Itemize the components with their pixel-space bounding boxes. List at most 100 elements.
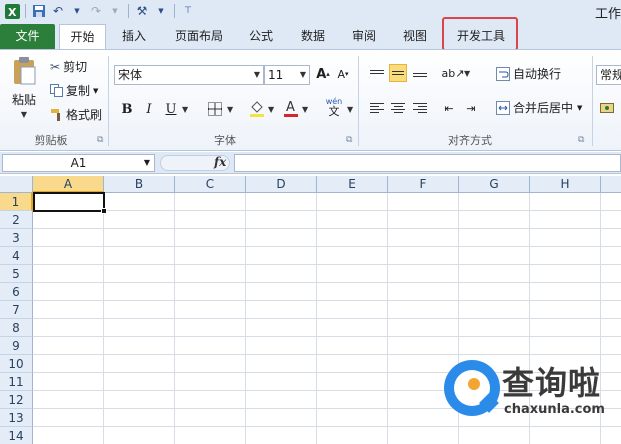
format-painter-button[interactable]: 格式刷 (50, 106, 102, 123)
column-header[interactable]: C (175, 176, 246, 193)
align-top-icon[interactable] (368, 64, 386, 82)
bold-button[interactable]: B (118, 100, 136, 118)
copy-dropdown-icon[interactable]: ▼ (93, 87, 98, 95)
column-header[interactable]: A (33, 176, 104, 193)
font-size-value: 11 (268, 68, 284, 82)
italic-button[interactable]: I (140, 100, 158, 118)
name-box-dropdown-icon[interactable]: ▼ (144, 155, 150, 171)
quick-access-toolbar: X ↶ ▼ ↷ ▼ ⚒ ▼ ⊤ 工作 (0, 0, 621, 22)
font-color-icon[interactable]: A (282, 99, 300, 117)
row-header[interactable]: 9 (0, 337, 33, 355)
row-header[interactable]: 10 (0, 355, 33, 373)
merge-center-icon (496, 100, 510, 115)
row-header[interactable]: 13 (0, 409, 33, 427)
active-cell-a1[interactable] (33, 192, 105, 212)
fill-color-icon[interactable] (248, 99, 266, 117)
merge-center-dropdown-icon[interactable]: ▼ (577, 104, 582, 112)
undo-icon[interactable]: ↶ (50, 3, 66, 19)
select-all-corner[interactable] (0, 176, 33, 193)
redo-icon[interactable]: ↷ (88, 3, 104, 19)
accounting-format-icon[interactable] (598, 99, 616, 117)
underline-button[interactable]: U (162, 100, 180, 118)
column-header-partial[interactable] (601, 176, 621, 193)
tools-dropdown-icon[interactable]: ▼ (153, 3, 169, 19)
tab-data[interactable]: 数据 (292, 24, 334, 49)
font-color-dropdown-icon[interactable]: ▼ (302, 105, 308, 114)
align-center-icon[interactable] (389, 99, 407, 117)
wrap-text-button[interactable]: 自动换行 (496, 65, 561, 82)
formula-input[interactable] (234, 154, 621, 172)
wrap-text-label: 自动换行 (513, 67, 562, 81)
name-box[interactable]: A1 ▼ (2, 154, 155, 172)
borders-icon[interactable] (206, 100, 224, 118)
tab-file[interactable]: 文件 (0, 24, 55, 49)
phonetic-guide-icon[interactable]: wén 文 (322, 97, 346, 117)
font-size-dropdown-icon: ▼ (299, 70, 306, 79)
row-header[interactable]: 2 (0, 211, 33, 229)
insert-function-icon[interactable]: fx (214, 155, 226, 169)
save-icon[interactable] (31, 3, 47, 19)
paste-dropdown-icon[interactable]: ▼ (21, 110, 27, 119)
customize-qat-icon[interactable]: ⊤ (180, 3, 196, 19)
shrink-font-icon[interactable]: A ▾ (334, 65, 352, 83)
merge-center-button[interactable]: 合并后居中 ▼ (496, 99, 582, 116)
number-format-dropdown[interactable]: 常规 (596, 65, 621, 85)
column-header[interactable]: E (317, 176, 388, 193)
row-header[interactable]: 11 (0, 373, 33, 391)
column-header[interactable]: D (246, 176, 317, 193)
tab-insert[interactable]: 插入 (113, 24, 155, 49)
font-launcher-icon[interactable]: ⧉ (346, 135, 352, 145)
clipboard-group-label: 剪贴板 (34, 134, 68, 147)
row-header[interactable]: 5 (0, 265, 33, 283)
row-header[interactable]: 7 (0, 301, 33, 319)
paste-button[interactable]: 粘贴 ▼ (8, 56, 40, 119)
tools-icon[interactable]: ⚒ (134, 3, 150, 19)
row-header[interactable]: 4 (0, 247, 33, 265)
grow-font-icon[interactable]: A ▴ (314, 65, 332, 83)
alignment-launcher-icon[interactable]: ⧉ (578, 135, 584, 145)
tab-home[interactable]: 开始 (59, 24, 106, 49)
orientation-icon[interactable]: ab↗ (442, 64, 465, 82)
excel-logo-icon[interactable]: X (4, 3, 20, 19)
row-header[interactable]: 1 (0, 193, 33, 211)
cut-button[interactable]: ✂ 剪切 (50, 58, 87, 75)
redo-dropdown-icon[interactable]: ▼ (107, 3, 123, 19)
fill-color-dropdown-icon[interactable]: ▼ (268, 105, 274, 114)
underline-dropdown-icon[interactable]: ▼ (182, 105, 188, 114)
column-header[interactable]: F (388, 176, 459, 193)
tab-view[interactable]: 视图 (394, 24, 436, 49)
undo-dropdown-icon[interactable]: ▼ (69, 3, 85, 19)
row-header[interactable]: 6 (0, 283, 33, 301)
copy-label: 复制 (66, 84, 91, 98)
row-header[interactable]: 8 (0, 319, 33, 337)
decrease-indent-icon[interactable]: ⇤ (440, 99, 458, 117)
paste-label: 粘贴 (11, 93, 36, 107)
tab-page-layout[interactable]: 页面布局 (166, 24, 232, 49)
row-header[interactable]: 14 (0, 427, 33, 444)
clipboard-launcher-icon[interactable]: ⧉ (97, 135, 103, 145)
align-bottom-icon[interactable] (411, 64, 429, 82)
column-header[interactable]: H (530, 176, 601, 193)
row-header[interactable]: 12 (0, 391, 33, 409)
tab-review[interactable]: 审阅 (343, 24, 385, 49)
tab-formulas[interactable]: 公式 (242, 24, 280, 49)
copy-button[interactable]: 复制 ▼ (50, 82, 98, 99)
scissors-icon: ✂ (50, 59, 61, 74)
increase-indent-icon[interactable]: ⇥ (462, 99, 480, 117)
align-middle-icon[interactable] (389, 64, 407, 82)
qat-separator (128, 4, 129, 18)
row-header[interactable]: 3 (0, 229, 33, 247)
align-left-icon[interactable] (368, 99, 386, 117)
font-size-dropdown[interactable]: 11 ▼ (264, 65, 310, 85)
column-header[interactable]: G (459, 176, 530, 193)
group-separator (592, 56, 593, 146)
paste-icon (11, 56, 37, 89)
orientation-dropdown-icon[interactable]: ▼ (464, 69, 470, 78)
align-right-icon[interactable] (411, 99, 429, 117)
font-name-dropdown[interactable]: 宋体 ▼ (114, 65, 264, 85)
fill-handle[interactable] (101, 208, 107, 214)
wrap-text-icon (496, 66, 510, 81)
column-header[interactable]: B (104, 176, 175, 193)
phonetic-dropdown-icon[interactable]: ▼ (347, 105, 353, 114)
borders-dropdown-icon[interactable]: ▼ (227, 105, 233, 114)
